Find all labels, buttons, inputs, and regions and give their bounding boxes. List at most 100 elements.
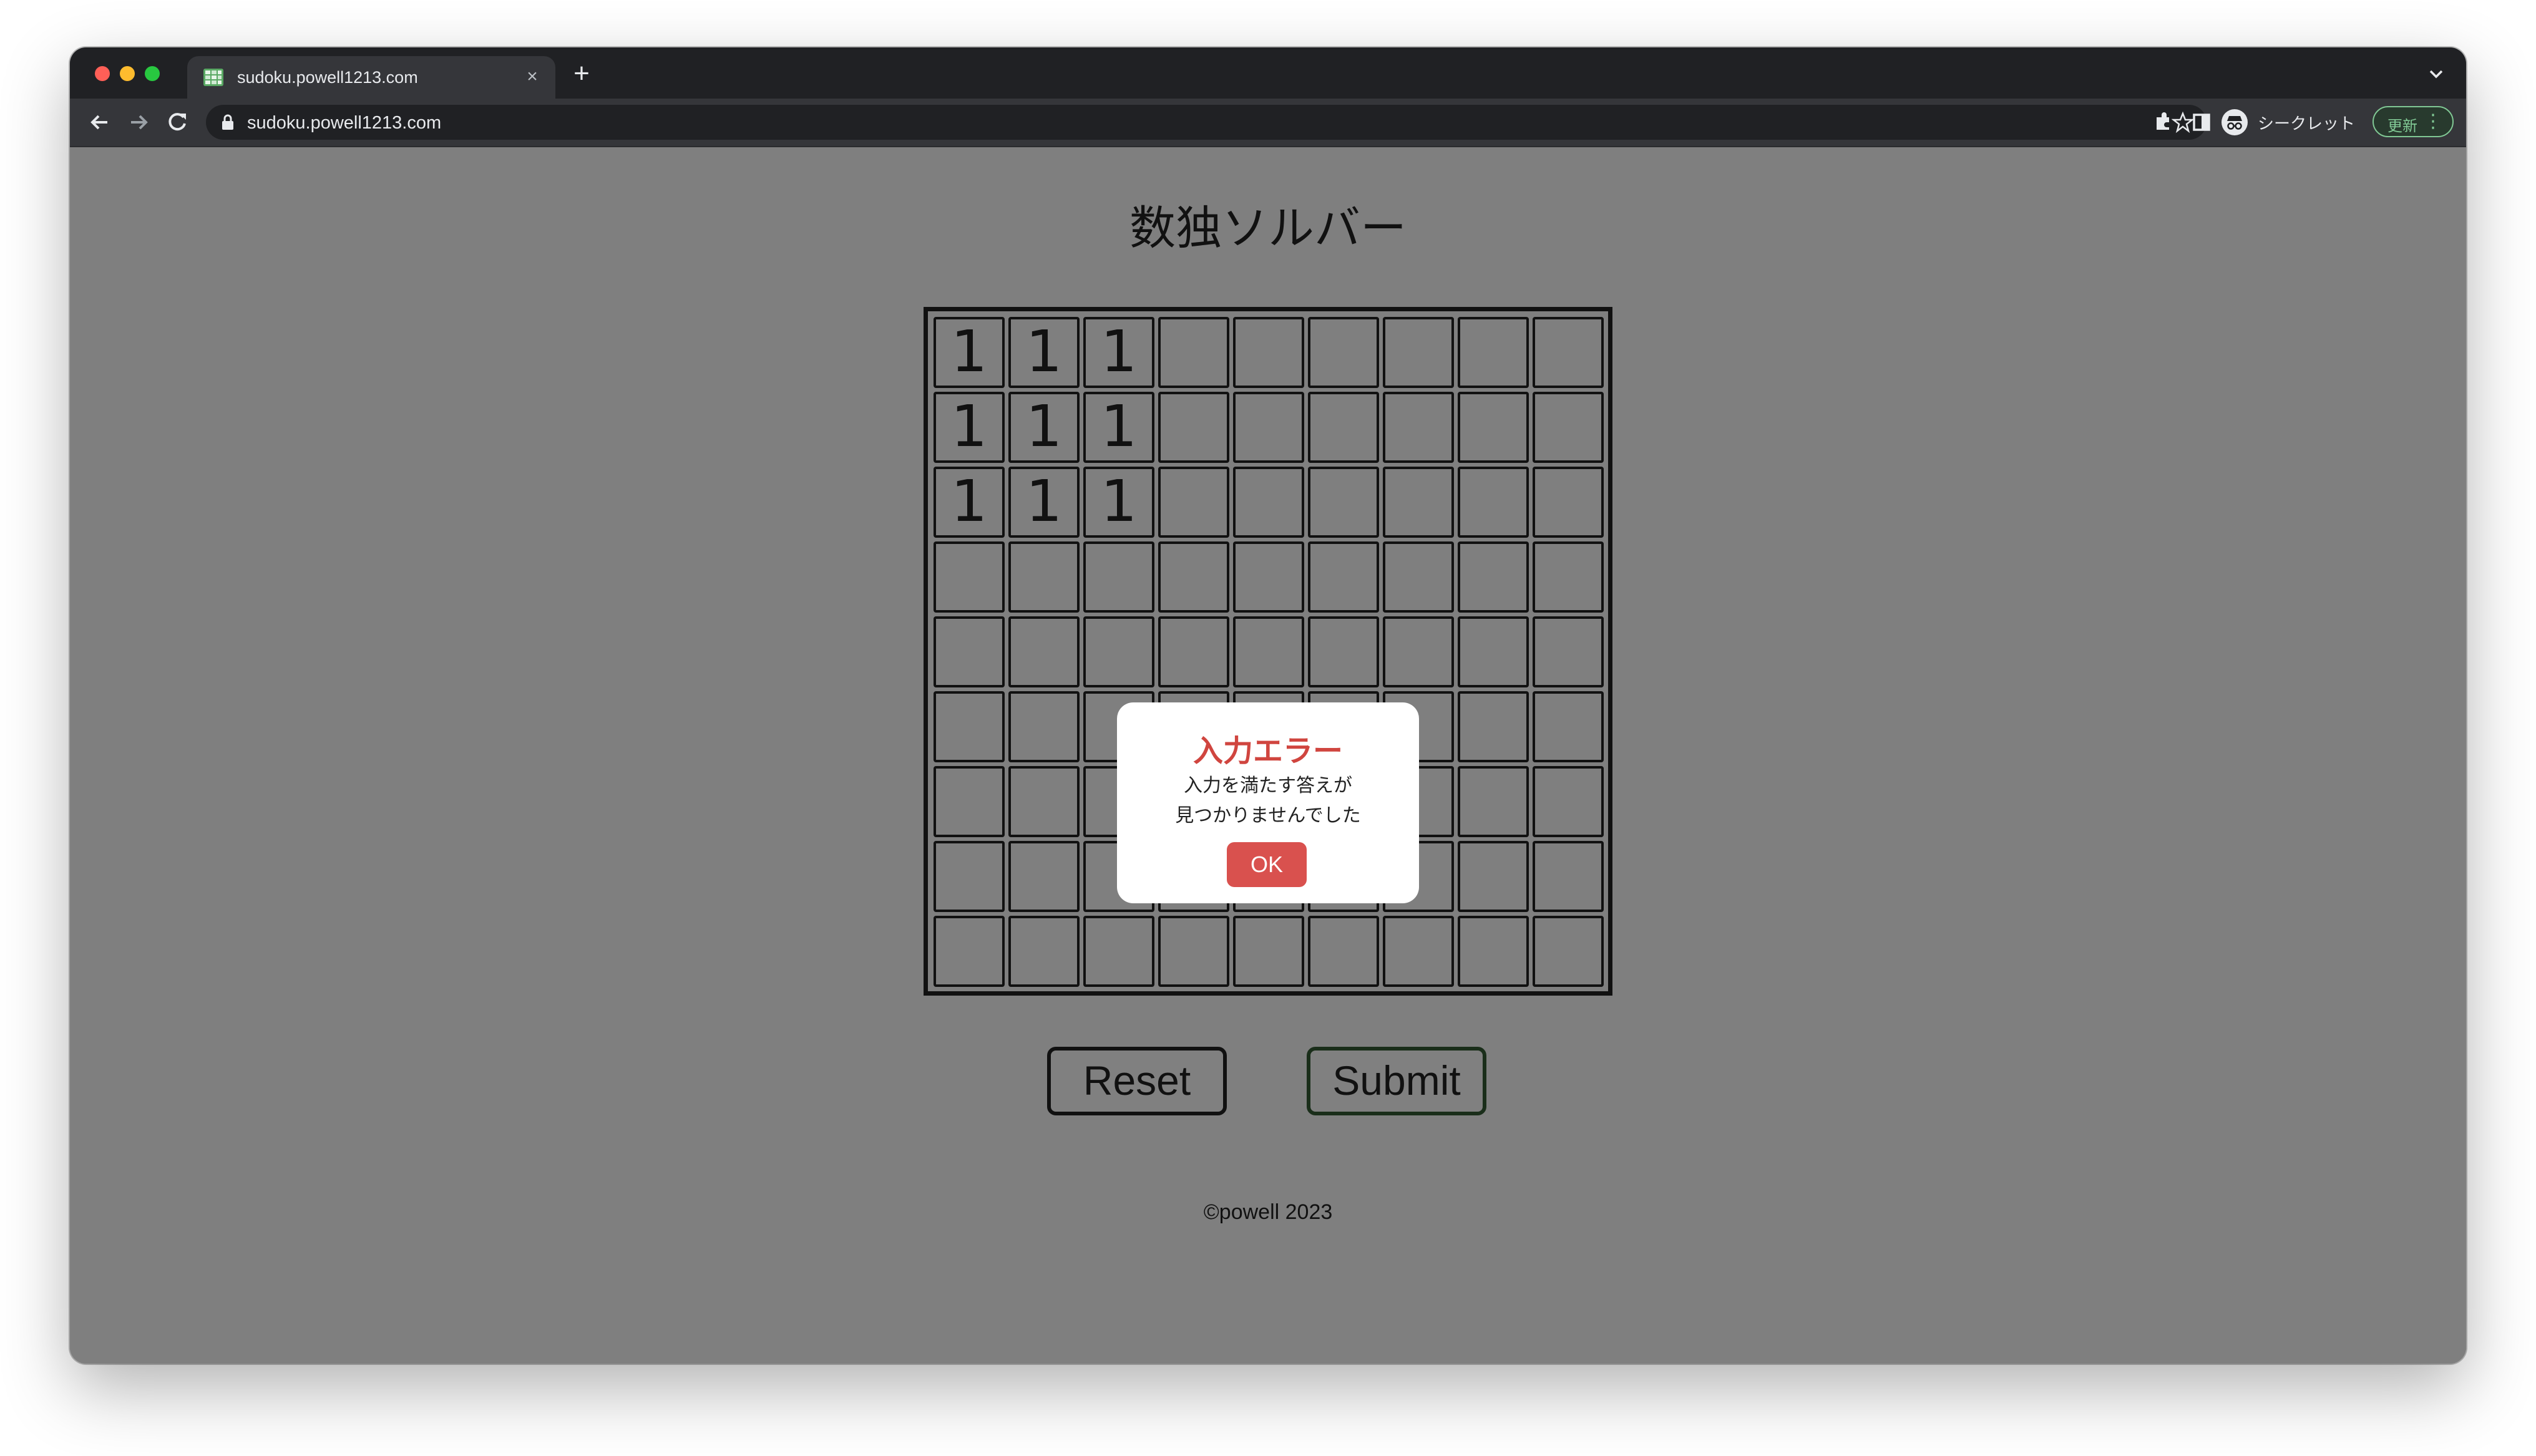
sudoku-cell[interactable] [1533, 766, 1604, 837]
sudoku-cell[interactable] [1158, 616, 1229, 687]
sudoku-cell[interactable] [1533, 541, 1604, 613]
page-title: 数独ソルバー [1129, 201, 1407, 255]
sudoku-cell[interactable] [1233, 317, 1304, 388]
sudoku-cell[interactable] [1158, 392, 1229, 463]
side-panel-icon[interactable] [2188, 109, 2215, 136]
forward-icon[interactable] [125, 109, 152, 136]
sudoku-cell[interactable]: 1 [1083, 317, 1154, 388]
update-label: 更新 [2387, 118, 2417, 135]
incognito-profile-button[interactable]: シークレット [2221, 107, 2355, 137]
sudoku-cell[interactable] [1083, 541, 1154, 613]
sudoku-cell[interactable] [1158, 467, 1229, 538]
sudoku-cell[interactable] [1008, 541, 1080, 613]
browser-toolbar: sudoku.powell1213.com シークレット 更新 ⋮ [70, 99, 2466, 147]
dialog-ok-button[interactable]: OK [1227, 842, 1307, 887]
sudoku-cell[interactable] [1458, 691, 1529, 762]
sudoku-cell[interactable] [1533, 841, 1604, 912]
sudoku-cell[interactable]: 1 [1008, 467, 1080, 538]
sudoku-cell[interactable] [934, 841, 1005, 912]
sudoku-cell[interactable] [1383, 317, 1454, 388]
sudoku-cell[interactable] [934, 616, 1005, 687]
favicon-icon [203, 69, 223, 86]
sudoku-cell[interactable] [1233, 541, 1304, 613]
sudoku-cell[interactable] [1008, 841, 1080, 912]
tab-close-icon[interactable]: × [520, 65, 544, 89]
sudoku-cell[interactable]: 1 [1008, 392, 1080, 463]
sudoku-cell[interactable] [1158, 916, 1229, 987]
sudoku-cell[interactable] [1458, 766, 1529, 837]
sudoku-cell[interactable] [1458, 841, 1529, 912]
sudoku-cell[interactable] [1458, 317, 1529, 388]
sudoku-cell[interactable] [1008, 766, 1080, 837]
reload-icon[interactable] [163, 109, 191, 136]
sudoku-cell[interactable] [1008, 691, 1080, 762]
menu-icon[interactable]: ⋮ [2424, 111, 2442, 132]
sudoku-cell[interactable] [1458, 467, 1529, 538]
sudoku-cell[interactable] [1233, 392, 1304, 463]
sudoku-cell[interactable] [934, 691, 1005, 762]
sudoku-cell[interactable]: 1 [934, 467, 1005, 538]
sudoku-cell[interactable] [1383, 467, 1454, 538]
footer-copyright: ©powell 2023 [1203, 1200, 1333, 1224]
sudoku-cell[interactable] [1233, 916, 1304, 987]
sudoku-cell[interactable] [1533, 467, 1604, 538]
incognito-icon [2221, 109, 2248, 135]
sudoku-cell[interactable] [1233, 616, 1304, 687]
incognito-label: シークレット [2258, 114, 2356, 133]
sudoku-cell[interactable] [1158, 541, 1229, 613]
sudoku-cell[interactable] [934, 916, 1005, 987]
sudoku-cell[interactable] [1383, 392, 1454, 463]
sudoku-cell[interactable] [1533, 392, 1604, 463]
sudoku-cell[interactable] [1308, 392, 1379, 463]
sudoku-cell[interactable] [1458, 916, 1529, 987]
extensions-icon[interactable] [2149, 109, 2177, 136]
sudoku-cell[interactable] [1008, 616, 1080, 687]
maximize-window-button[interactable] [145, 66, 160, 81]
page-content: 数独ソルバー 111111111 Reset Submit ©powell 20… [70, 147, 2466, 1364]
close-window-button[interactable] [95, 66, 110, 81]
sudoku-cell[interactable] [934, 766, 1005, 837]
sudoku-cell[interactable] [1308, 467, 1379, 538]
sudoku-cell[interactable] [1383, 616, 1454, 687]
sudoku-cell[interactable] [934, 541, 1005, 613]
sudoku-cell[interactable] [1458, 392, 1529, 463]
back-icon[interactable] [86, 109, 114, 136]
sudoku-cell[interactable] [1533, 317, 1604, 388]
sudoku-cell[interactable] [1533, 916, 1604, 987]
sudoku-cell[interactable]: 1 [934, 392, 1005, 463]
dialog-message-line2: 見つかりませんでした [1175, 805, 1361, 827]
lock-icon[interactable] [220, 114, 236, 131]
new-tab-button[interactable]: + [569, 60, 594, 87]
sudoku-cell[interactable] [1083, 916, 1154, 987]
sudoku-cell[interactable] [1533, 616, 1604, 687]
sudoku-cell[interactable] [1533, 691, 1604, 762]
submit-button[interactable]: Submit [1307, 1047, 1486, 1115]
sudoku-cell[interactable] [1458, 541, 1529, 613]
sudoku-cell[interactable] [1308, 616, 1379, 687]
tab-sudoku[interactable]: sudoku.powell1213.com × [187, 56, 555, 99]
sudoku-cell[interactable]: 1 [1083, 467, 1154, 538]
sudoku-cell[interactable] [1308, 916, 1379, 987]
update-button[interactable]: 更新 ⋮ [2373, 106, 2454, 137]
sudoku-cell[interactable]: 1 [1083, 392, 1154, 463]
sudoku-cell[interactable] [1233, 467, 1304, 538]
reset-button[interactable]: Reset [1047, 1047, 1227, 1115]
sudoku-cell[interactable] [1083, 616, 1154, 687]
dialog-message-line1: 入力を満たす答えが [1184, 775, 1352, 797]
sudoku-cell[interactable] [1383, 916, 1454, 987]
sudoku-cell[interactable]: 1 [934, 317, 1005, 388]
url-text[interactable]: sudoku.powell1213.com [247, 113, 441, 133]
sudoku-cell[interactable] [1308, 317, 1379, 388]
dialog-message: 入力を満たす答えが 見つかりませんでした [1117, 771, 1419, 831]
address-bar[interactable]: sudoku.powell1213.com [206, 105, 2207, 140]
sudoku-cell[interactable] [1458, 616, 1529, 687]
tab-search-chevron-icon[interactable] [2425, 62, 2447, 85]
sudoku-cell[interactable]: 1 [1008, 317, 1080, 388]
sudoku-cell[interactable] [1158, 317, 1229, 388]
sudoku-cell[interactable] [1383, 541, 1454, 613]
sudoku-cell[interactable] [1308, 541, 1379, 613]
error-dialog: 入力エラー 入力を満たす答えが 見つかりませんでした OK [1117, 702, 1419, 903]
minimize-window-button[interactable] [120, 66, 135, 81]
sudoku-cell[interactable] [1008, 916, 1080, 987]
dialog-title: 入力エラー [1192, 734, 1343, 769]
